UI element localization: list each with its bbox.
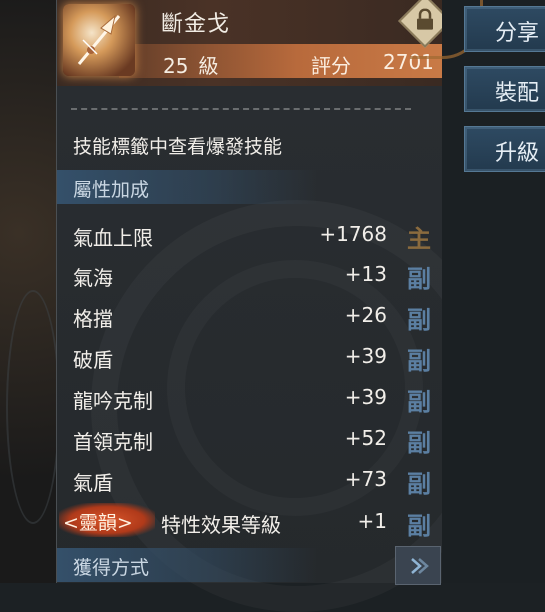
upgrade-button-label: 升級 bbox=[495, 141, 540, 166]
special-attribute-name: 特性效果等級 bbox=[161, 513, 281, 537]
attribute-value: +1768 bbox=[319, 222, 387, 246]
attribute-value: +52 bbox=[344, 426, 387, 450]
sub-stat-tag: 副 bbox=[407, 387, 431, 416]
section-title: 屬性加成 bbox=[73, 179, 150, 201]
special-attribute-row: <靈韻> 特性效果等級 +1 副 bbox=[57, 503, 443, 540]
attribute-name: 首領克制 bbox=[73, 430, 153, 454]
attribute-value: +26 bbox=[344, 303, 387, 327]
share-button[interactable]: 分享 bbox=[464, 6, 545, 52]
weapon-icon bbox=[63, 4, 135, 76]
background-ornament bbox=[6, 290, 60, 524]
sub-stat-tag: 副 bbox=[407, 346, 431, 375]
sub-stat-tag: 副 bbox=[407, 305, 431, 334]
attribute-name: 氣血上限 bbox=[73, 226, 153, 250]
level-unit: 級 bbox=[198, 54, 219, 78]
sub-stat-tag: 副 bbox=[407, 428, 431, 457]
attribute-value: +73 bbox=[344, 467, 387, 491]
game-background-left bbox=[0, 0, 62, 583]
skill-note: 技能標籤中查看爆發技能 bbox=[73, 136, 283, 158]
attribute-row: 氣盾 +73 副 bbox=[57, 461, 443, 498]
attribute-name: 龍吟克制 bbox=[73, 389, 153, 413]
attribute-value: +13 bbox=[344, 262, 387, 286]
attribute-name: 格擋 bbox=[73, 307, 113, 331]
item-name: 斷金戈 bbox=[161, 12, 231, 37]
item-tooltip-panel: 斷金戈 25 級 評分 2701 技能標籤中查看爆發技能 屬性加成 氣血上限 +1… bbox=[56, 0, 443, 585]
item-level: 25 級 bbox=[163, 50, 218, 79]
attribute-name: 氣盾 bbox=[73, 471, 113, 495]
attribute-row: 氣海 +13 副 bbox=[57, 256, 443, 293]
section-title: 獲得方式 bbox=[73, 557, 150, 579]
soul-badge-label: <靈韻> bbox=[63, 512, 133, 534]
attribute-row: 首領克制 +52 副 bbox=[57, 420, 443, 457]
section-acquisition-header[interactable]: 獲得方式 bbox=[57, 548, 317, 582]
acquisition-expand-button[interactable] bbox=[395, 546, 441, 585]
sub-stat-tag: 副 bbox=[407, 264, 431, 293]
chevron-right-icon bbox=[411, 558, 429, 574]
soul-badge: <靈韻> bbox=[59, 503, 155, 537]
attribute-value: +39 bbox=[344, 344, 387, 368]
attribute-value: +39 bbox=[344, 385, 387, 409]
sub-stat-tag: 副 bbox=[407, 511, 431, 540]
share-button-label: 分享 bbox=[495, 21, 540, 46]
main-stat-tag: 主 bbox=[407, 224, 431, 253]
upgrade-button[interactable]: 升級 bbox=[464, 126, 545, 172]
attribute-row: 破盾 +39 副 bbox=[57, 338, 443, 375]
special-attribute-value: +1 bbox=[357, 509, 387, 533]
score-label: 評分 bbox=[311, 54, 351, 78]
attribute-name: 破盾 bbox=[73, 348, 113, 372]
equip-button[interactable]: 裝配 bbox=[464, 66, 545, 112]
item-header: 斷金戈 25 級 評分 2701 bbox=[57, 0, 443, 86]
equip-button-label: 裝配 bbox=[495, 81, 540, 106]
attribute-row: 氣血上限 +1768 主 bbox=[57, 216, 443, 253]
truncated-text-line bbox=[71, 108, 411, 116]
section-attributes-header: 屬性加成 bbox=[57, 170, 317, 204]
attribute-name: 氣海 bbox=[73, 266, 113, 290]
attribute-row: 龍吟克制 +39 副 bbox=[57, 379, 443, 416]
level-value: 25 bbox=[163, 54, 189, 78]
attribute-row: 格擋 +26 副 bbox=[57, 297, 443, 334]
sub-stat-tag: 副 bbox=[407, 469, 431, 498]
